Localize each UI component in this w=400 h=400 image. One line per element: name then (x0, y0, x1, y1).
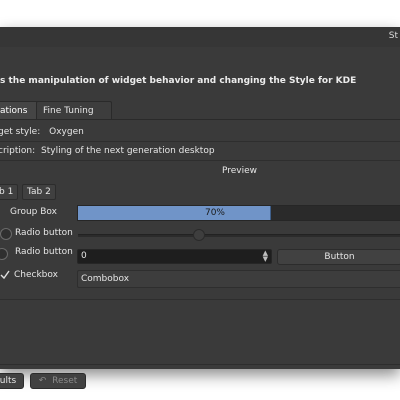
preview-button-label: Button (324, 252, 355, 262)
reset-button-label: Reset (52, 376, 78, 386)
checkbox-label: Checkbox (14, 270, 58, 280)
divider (0, 299, 400, 300)
description-value: Styling of the next generation desktop (41, 146, 215, 156)
settings-window: St s the manipulation of widget behavior… (0, 27, 400, 389)
spin-value: 0 (81, 251, 87, 261)
preview-tab-label: b 1 (0, 187, 14, 197)
preview-tab-label: Tab 2 (27, 187, 51, 197)
radio-button-1[interactable] (0, 228, 12, 240)
reset-button[interactable]: ↶ Reset (30, 373, 86, 389)
preview-button[interactable]: Button (277, 249, 400, 265)
spin-box[interactable]: 0 ▲ ▼ (77, 249, 272, 264)
progress-text: 70% (204, 208, 225, 218)
combobox-value: Combobox (81, 274, 130, 284)
defaults-button[interactable]: ults (0, 373, 24, 389)
preview-tab-2[interactable]: Tab 2 (22, 184, 56, 200)
tab-fine-tuning[interactable]: Fine Tuning (36, 101, 112, 120)
tab-label: Fine Tuning (43, 106, 94, 116)
slider-handle[interactable] (193, 229, 205, 241)
group-box-label: Group Box (10, 207, 57, 217)
progress-bar: 70% (77, 205, 400, 221)
undo-icon: ↶ (38, 376, 47, 386)
checkmark-icon (0, 270, 10, 280)
divider (0, 160, 400, 161)
description-label: cription: (0, 146, 36, 156)
preview-tab-1[interactable]: b 1 (0, 184, 19, 200)
radio-button-1-label: Radio button (15, 228, 73, 238)
tab-label: cations (0, 106, 28, 116)
widget-style-label: get style: (0, 127, 41, 137)
preview-label: Preview (222, 166, 258, 176)
title-bar[interactable]: St (0, 27, 400, 47)
spin-arrows-icon[interactable]: ▲ ▼ (263, 250, 268, 263)
widget-style-value[interactable]: Oxygen (49, 127, 84, 137)
page-description: s the manipulation of widget behavior an… (0, 76, 357, 86)
combobox[interactable]: Combobox (77, 270, 400, 288)
window-title: St (388, 31, 398, 41)
footer-divider (0, 364, 400, 365)
divider (0, 141, 400, 142)
defaults-button-label: ults (0, 376, 17, 386)
slider-track[interactable] (78, 234, 400, 237)
radio-button-2-label: Radio button (15, 247, 73, 257)
description-row: cription: Styling of the next generation… (0, 146, 215, 156)
widget-style-row: get style: Oxygen (0, 127, 84, 137)
